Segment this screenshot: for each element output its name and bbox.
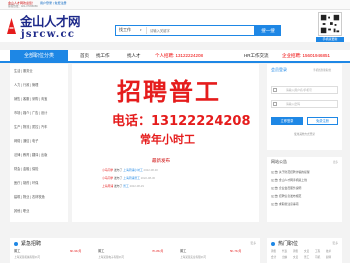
hot-job-link[interactable]: 销售	[271, 250, 276, 253]
login-button[interactable]: 立即登录	[271, 117, 303, 125]
sidebar-item[interactable]: 建筑 | 物业 | 农林牧渔	[14, 195, 45, 200]
search-input[interactable]	[146, 27, 225, 34]
notice-more-link[interactable]: 更多	[333, 161, 338, 164]
urgent-jobs-section: 紧急招聘 更多 普工 6K-9K/月 上海某某机械有限公司 普工 7K-8K/月…	[10, 238, 260, 263]
register-button[interactable]: 免费注册	[307, 117, 338, 125]
sidebar-item[interactable]: 其他 | 职业	[14, 209, 29, 214]
hotline-text: 客服热线：021-37456666	[8, 5, 38, 8]
notice-item[interactable]: [公告] 招聘信息发布规范	[271, 194, 301, 198]
site-notice-panel: 网站公告 更多 [公告] 关于防范招聘诈骗的提醒 [公告] 金山人才网手机版上线…	[267, 157, 342, 222]
nav-item-hr-exchange[interactable]: HR工作交流	[244, 53, 269, 58]
notice-title: 网站公告	[271, 159, 287, 164]
hot-job-link[interactable]: 司机	[315, 256, 320, 259]
hot-job-link[interactable]: 代表	[282, 250, 287, 253]
category-sidebar: 生活 | 服务业 人力 | 行政 | 管理 销售 | 客服 | 采购 | 淘宝 …	[10, 64, 68, 222]
hot-job-link[interactable]: 厨师	[326, 256, 331, 259]
hot-job-link[interactable]: 技术	[326, 250, 331, 253]
hot-job-link[interactable]: 出纳	[282, 256, 287, 259]
section-icon	[271, 242, 275, 246]
section-more-link[interactable]: 更多	[332, 241, 338, 245]
password-field[interactable]: 请输入密码	[271, 100, 338, 108]
username-field[interactable]: 请输入用户名/手机号	[271, 86, 338, 94]
logo-name: 金山人才网	[20, 14, 81, 29]
main-nav: 全部职位分类 首页 找工作 找人才 个人招聘: 13122224208 HR工作…	[0, 50, 350, 63]
search-button[interactable]: 搜一搜	[255, 25, 281, 36]
section-more-link[interactable]: 更多	[250, 241, 256, 245]
job-pay: 7K-8K/月	[152, 249, 164, 253]
job-company[interactable]: 上海某某机械有限公司	[14, 256, 40, 259]
login-links[interactable]: 用户登录 | 免费注册	[40, 1, 66, 6]
header: 金山人才网 jsrcw.cc 找工作 ▾ 搜一搜 手机版更新	[0, 10, 350, 42]
list-item[interactable]: 上海周浦 发布了 普工 2022-08-29	[102, 184, 144, 188]
qr-code-icon	[318, 12, 342, 36]
qr-pattern-icon	[320, 14, 340, 34]
top-bar: 金山人才网欢迎您！ 用户登录 | 免费注册 客服热线：021-37456666	[0, 0, 350, 10]
banner-tagline: 常年小时工	[140, 133, 195, 146]
section-icon	[14, 242, 18, 246]
recruit-banner[interactable]: 招聘普工 电话：13122224208 常年小时工	[72, 64, 259, 157]
notice-item[interactable]: [公告] 企业会员服务说明	[271, 186, 301, 190]
nav-item-enterprise-recruit[interactable]: 企业招聘: 15601946851	[282, 53, 330, 58]
hot-job-link[interactable]: 普工	[304, 256, 309, 259]
member-login-panel: 会员登录 手机找到新职位 请输入用户名/手机号 请输入密码 立即登录 免费注册 …	[267, 64, 342, 150]
job-company[interactable]: 上海某某实业有限公司	[180, 256, 206, 259]
job-pay: 6K-9K/月	[70, 249, 82, 253]
hot-job-link[interactable]: 文员	[293, 256, 298, 259]
list-item[interactable]: 小马同学 发布了 上海周浦小时工 2022-08-30	[102, 168, 158, 172]
search-box: 找工作 ▾	[115, 25, 255, 36]
chevron-down-icon: ▾	[140, 28, 142, 32]
all-categories-tab[interactable]: 全部职位分类	[10, 50, 68, 63]
search-category-select[interactable]: 找工作	[119, 27, 131, 33]
sidebar-item[interactable]: 人力 | 行政 | 管理	[14, 83, 38, 88]
sidebar-item[interactable]: 生产 | 物流 | 质控 | 汽车	[14, 125, 47, 130]
logo-domain: jsrcw.cc	[21, 29, 76, 40]
notice-item[interactable]: [公告] 求职者注意事项	[271, 202, 299, 206]
banner-headline: 招聘普工	[117, 78, 221, 106]
logo-mark-icon	[7, 18, 16, 34]
hot-job-link[interactable]: 会计	[271, 256, 276, 259]
sidebar-item[interactable]: 网络 | 通信 | 电子	[14, 139, 38, 144]
hot-job-link[interactable]: 销售	[293, 250, 298, 253]
list-item[interactable]: 小马同学 发布了 上海周浦普工 2022-08-30	[102, 176, 155, 180]
job-title[interactable]: 普工	[14, 249, 20, 254]
site-logo[interactable]: 金山人才网 jsrcw.cc	[5, 14, 81, 42]
login-subtitle: 手机找到新职位	[313, 69, 332, 72]
sidebar-item[interactable]: 财会 | 金融 | 保险	[14, 167, 38, 172]
hot-job-link[interactable]: 工程	[315, 250, 320, 253]
nav-item-home[interactable]: 首页	[80, 53, 89, 58]
nav-item-personal-recruit[interactable]: 个人招聘: 13122224208	[155, 53, 203, 58]
sidebar-item[interactable]: 医疗 | 制药 | 环保	[14, 181, 38, 186]
job-pay: 5K-7K/月	[230, 249, 242, 253]
job-title[interactable]: 普工	[98, 249, 104, 254]
sidebar-item[interactable]: 销售 | 客服 | 采购 | 淘宝	[14, 97, 47, 102]
hot-jobs-section: 热门职位 更多 销售 代表 销售 文员 工程 技术 会计 出纳 文员 普工 司机…	[267, 238, 342, 263]
sidebar-item[interactable]: 市场 | 媒介 | 广告 | 设计	[14, 111, 47, 116]
job-company[interactable]: 上海某某电子有限公司	[98, 256, 124, 259]
latest-posts: 最新发布 小马同学 发布了 上海周浦小时工 2022-08-30 小马同学 发布…	[72, 157, 259, 222]
other-login-text[interactable]: 使用其他方式登录	[271, 133, 338, 136]
user-icon	[273, 88, 277, 92]
sidebar-item[interactable]: 法律 | 教育 | 翻译 | 出版	[14, 153, 47, 158]
nav-item-find-talent[interactable]: 找人才	[127, 53, 141, 58]
notice-item[interactable]: [公告] 关于防范招聘诈骗的提醒	[271, 170, 310, 174]
job-title[interactable]: 普工	[180, 249, 186, 254]
nav-item-find-job[interactable]: 找工作	[96, 53, 110, 58]
latest-title: 最新发布	[152, 158, 170, 163]
section-title: 热门职位	[278, 241, 299, 247]
banner-phone: 电话：13122224208	[112, 114, 251, 129]
notice-item[interactable]: [公告] 金山人才网手机版上线	[271, 178, 307, 182]
sidebar-item[interactable]: 生活 | 服务业	[14, 69, 33, 74]
qr-label: 手机版更新	[316, 37, 344, 42]
lock-icon	[273, 102, 277, 106]
section-title: 紧急招聘	[21, 241, 42, 247]
login-title: 会员登录	[271, 67, 287, 72]
hot-job-link[interactable]: 文员	[304, 250, 309, 253]
